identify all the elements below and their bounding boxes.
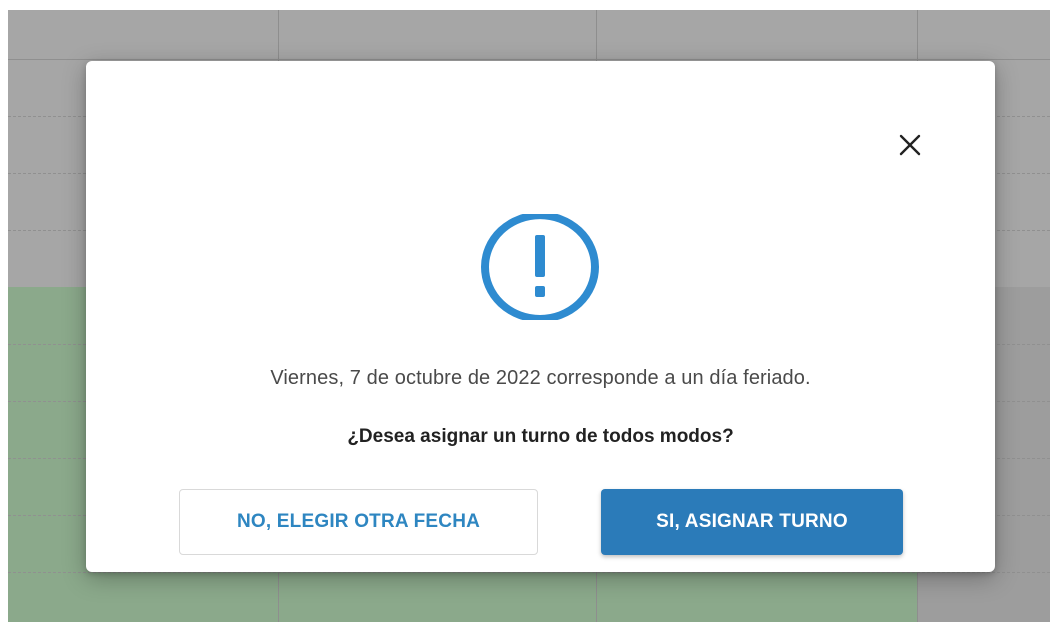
assign-appointment-label: SI, ASIGNAR TURNO (656, 511, 848, 532)
confirm-question: ¿Desea asignar un turno de todos modos? (347, 426, 734, 447)
choose-another-date-button[interactable]: NO, ELEGIR OTRA FECHA (179, 489, 538, 555)
close-icon[interactable] (894, 129, 926, 161)
screen: Viernes, 7 de octubre de 2022 correspond… (0, 0, 1050, 622)
holiday-message: Viernes, 7 de octubre de 2022 correspond… (270, 367, 811, 389)
choose-another-date-label: NO, ELEGIR OTRA FECHA (236, 511, 481, 532)
assign-appointment-button[interactable]: SI, ASIGNAR TURNO (601, 489, 903, 555)
holiday-confirm-dialog: Viernes, 7 de octubre de 2022 correspond… (86, 61, 995, 572)
exclamation-circle-icon (479, 211, 601, 323)
calendar-row-divider (8, 572, 1050, 573)
calendar-row-divider (8, 59, 1050, 60)
